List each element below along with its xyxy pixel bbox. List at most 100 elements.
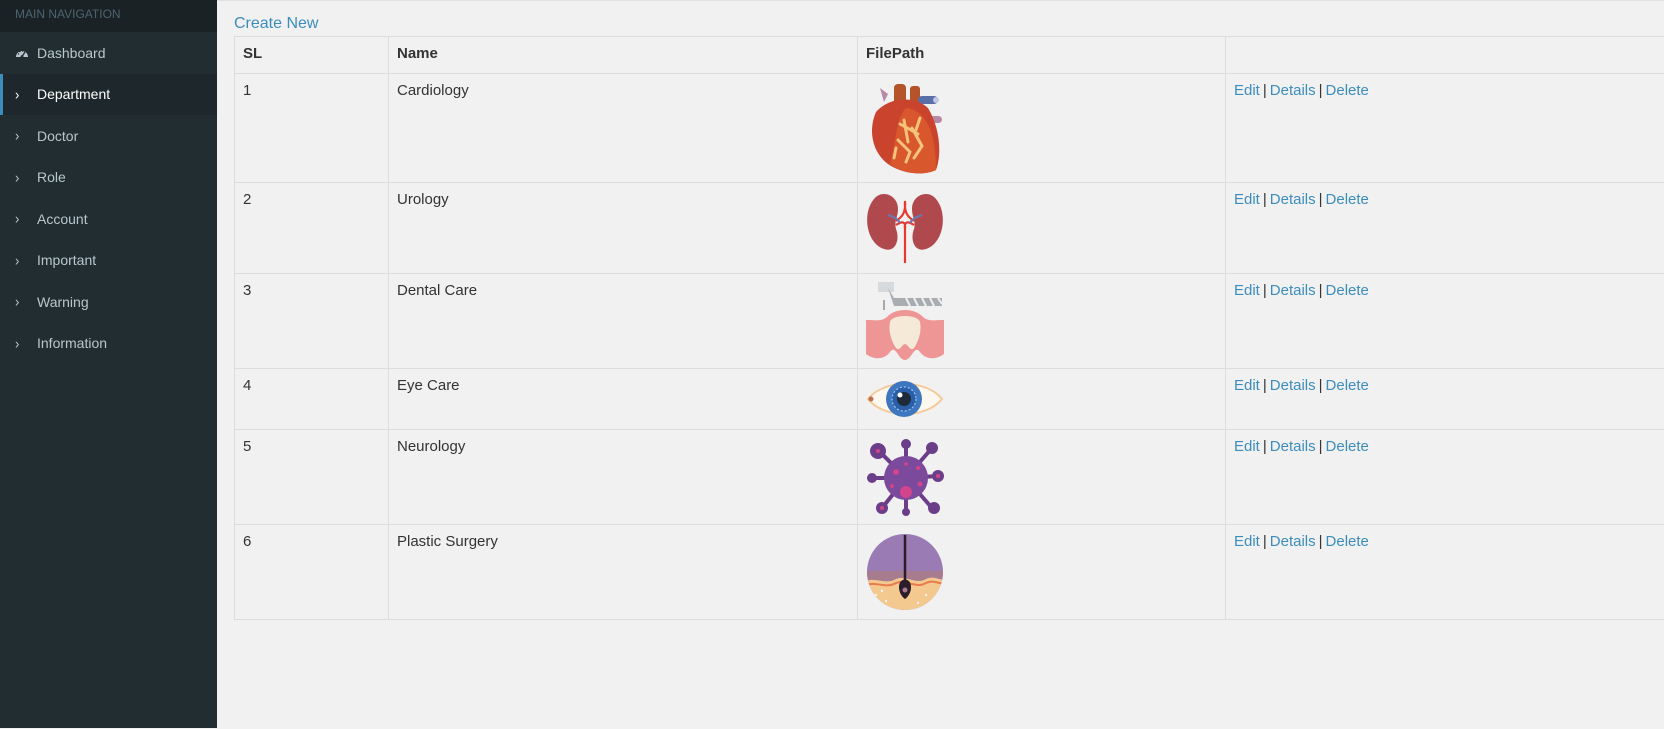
chevron-right-icon: › bbox=[15, 129, 37, 142]
sidebar-item-label: Doctor bbox=[37, 128, 78, 144]
main-content: Create New SL Name FilePath 1 Cardiology bbox=[217, 0, 1664, 729]
cell-actions: Edit|Details|Delete bbox=[1226, 183, 1664, 274]
tooth-image bbox=[866, 282, 944, 360]
delete-link[interactable]: Delete bbox=[1326, 377, 1369, 394]
chevron-right-icon: › bbox=[15, 254, 37, 267]
table-row: 5 Neurology bbox=[235, 430, 1664, 525]
cell-name: Neurology bbox=[389, 430, 858, 525]
sidebar-item-warning[interactable]: › Warning bbox=[0, 281, 217, 323]
action-separator: | bbox=[1260, 438, 1270, 455]
kidneys-image bbox=[866, 191, 944, 265]
action-separator: | bbox=[1260, 82, 1270, 99]
cell-sl: 2 bbox=[235, 183, 389, 274]
column-header-actions bbox=[1226, 37, 1664, 74]
table-header-row: SL Name FilePath bbox=[235, 37, 1664, 74]
cell-name: Plastic Surgery bbox=[389, 525, 858, 620]
table-row: 1 Cardiology Edi bbox=[235, 74, 1664, 183]
heart-image bbox=[866, 82, 944, 174]
column-header-filepath: FilePath bbox=[858, 37, 1226, 74]
cell-image bbox=[858, 369, 1226, 430]
action-separator: | bbox=[1260, 377, 1270, 394]
details-link[interactable]: Details bbox=[1270, 377, 1316, 394]
sidebar-item-dashboard[interactable]: Dashboard bbox=[0, 32, 217, 74]
table-row: 4 Eye Care Edit|Details|Delete bbox=[235, 369, 1664, 430]
chevron-right-icon: › bbox=[15, 171, 37, 184]
details-link[interactable]: Details bbox=[1270, 82, 1316, 99]
chevron-right-icon: › bbox=[15, 337, 37, 350]
sidebar-item-label: Role bbox=[37, 169, 66, 185]
sidebar-item-department[interactable]: › Department bbox=[0, 74, 217, 116]
edit-link[interactable]: Edit bbox=[1234, 191, 1260, 208]
action-separator: | bbox=[1260, 191, 1270, 208]
edit-link[interactable]: Edit bbox=[1234, 282, 1260, 299]
action-separator: | bbox=[1260, 282, 1270, 299]
details-link[interactable]: Details bbox=[1270, 438, 1316, 455]
delete-link[interactable]: Delete bbox=[1326, 282, 1369, 299]
cell-sl: 1 bbox=[235, 74, 389, 183]
chevron-right-icon: › bbox=[15, 88, 37, 101]
cell-sl: 4 bbox=[235, 369, 389, 430]
cell-image bbox=[858, 430, 1226, 525]
chevron-right-icon: › bbox=[15, 295, 37, 308]
cell-image bbox=[858, 74, 1226, 183]
hair-follicle-image bbox=[866, 533, 944, 611]
cell-actions: Edit|Details|Delete bbox=[1226, 525, 1664, 620]
sidebar-item-label: Department bbox=[37, 86, 110, 102]
edit-link[interactable]: Edit bbox=[1234, 82, 1260, 99]
cell-image bbox=[858, 525, 1226, 620]
action-separator: | bbox=[1316, 82, 1326, 99]
cell-image bbox=[858, 183, 1226, 274]
cell-name: Cardiology bbox=[389, 74, 858, 183]
delete-link[interactable]: Delete bbox=[1326, 82, 1369, 99]
department-table: SL Name FilePath 1 Cardiology bbox=[234, 36, 1664, 620]
details-link[interactable]: Details bbox=[1270, 191, 1316, 208]
virus-image bbox=[866, 438, 944, 516]
action-separator: | bbox=[1316, 377, 1326, 394]
cell-name: Eye Care bbox=[389, 369, 858, 430]
delete-link[interactable]: Delete bbox=[1326, 533, 1369, 550]
delete-link[interactable]: Delete bbox=[1326, 191, 1369, 208]
edit-link[interactable]: Edit bbox=[1234, 377, 1260, 394]
dashboard-icon bbox=[15, 47, 37, 59]
sidebar-item-information[interactable]: › Information bbox=[0, 323, 217, 365]
action-separator: | bbox=[1316, 438, 1326, 455]
column-header-sl: SL bbox=[235, 37, 389, 74]
create-new-link[interactable]: Create New bbox=[234, 15, 318, 33]
action-separator: | bbox=[1316, 533, 1326, 550]
sidebar: MAIN NAVIGATION Dashboard › Department ›… bbox=[0, 0, 217, 728]
table-row: 2 Urology Edit|Details|Delete bbox=[235, 183, 1664, 274]
table-row: 6 Plastic Surgery bbox=[235, 525, 1664, 620]
edit-link[interactable]: Edit bbox=[1234, 438, 1260, 455]
action-separator: | bbox=[1316, 282, 1326, 299]
sidebar-item-role[interactable]: › Role bbox=[0, 157, 217, 199]
cell-actions: Edit|Details|Delete bbox=[1226, 74, 1664, 183]
sidebar-header: MAIN NAVIGATION bbox=[0, 0, 217, 32]
chevron-right-icon: › bbox=[15, 212, 37, 225]
details-link[interactable]: Details bbox=[1270, 533, 1316, 550]
sidebar-item-important[interactable]: › Important bbox=[0, 240, 217, 282]
sidebar-item-doctor[interactable]: › Doctor bbox=[0, 115, 217, 157]
cell-actions: Edit|Details|Delete bbox=[1226, 274, 1664, 369]
sidebar-item-label: Important bbox=[37, 252, 96, 268]
table-row: 3 Dental Care Edit|Details|Delete bbox=[235, 274, 1664, 369]
eye-image bbox=[866, 377, 944, 421]
cell-actions: Edit|Details|Delete bbox=[1226, 430, 1664, 525]
sidebar-item-label: Information bbox=[37, 335, 107, 351]
cell-sl: 3 bbox=[235, 274, 389, 369]
cell-actions: Edit|Details|Delete bbox=[1226, 369, 1664, 430]
action-separator: | bbox=[1260, 533, 1270, 550]
sidebar-menu: Dashboard › Department › Doctor › Role ›… bbox=[0, 32, 217, 364]
cell-image bbox=[858, 274, 1226, 369]
sidebar-item-label: Account bbox=[37, 211, 88, 227]
details-link[interactable]: Details bbox=[1270, 282, 1316, 299]
column-header-name: Name bbox=[389, 37, 858, 74]
cell-sl: 5 bbox=[235, 430, 389, 525]
delete-link[interactable]: Delete bbox=[1326, 438, 1369, 455]
sidebar-item-label: Dashboard bbox=[37, 45, 106, 61]
sidebar-item-account[interactable]: › Account bbox=[0, 198, 217, 240]
action-separator: | bbox=[1316, 191, 1326, 208]
sidebar-item-label: Warning bbox=[37, 294, 89, 310]
cell-sl: 6 bbox=[235, 525, 389, 620]
cell-name: Urology bbox=[389, 183, 858, 274]
edit-link[interactable]: Edit bbox=[1234, 533, 1260, 550]
